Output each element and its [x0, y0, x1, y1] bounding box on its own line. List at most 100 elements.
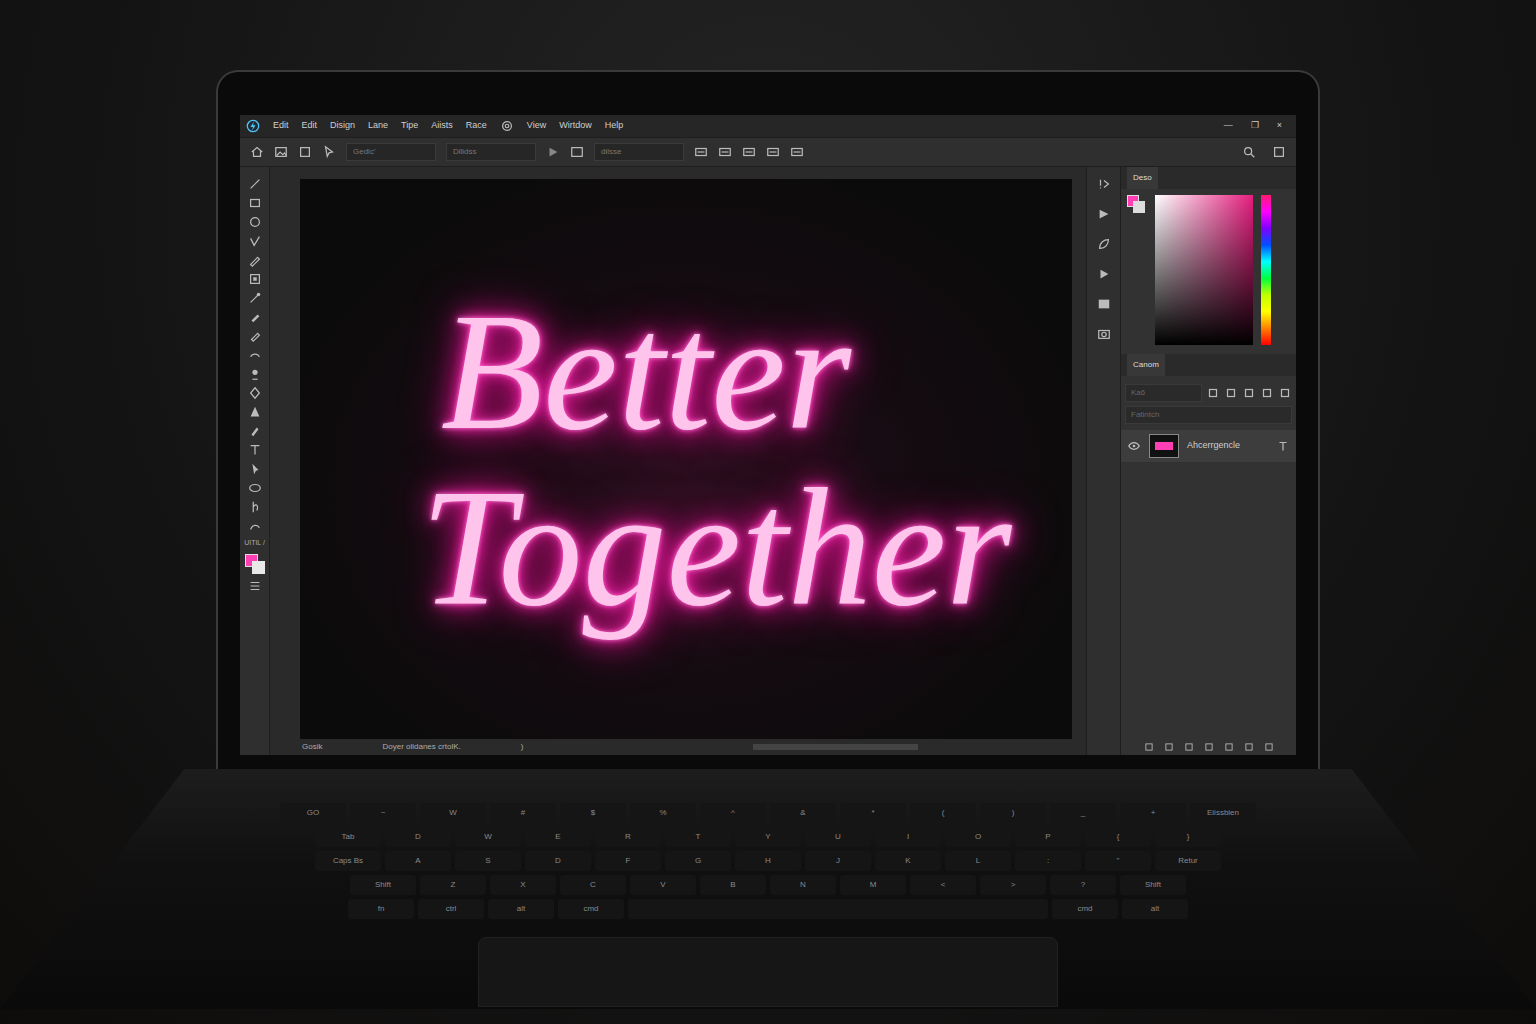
tool-icon[interactable]	[248, 424, 262, 438]
new-layer-icon[interactable]	[1244, 742, 1254, 752]
key[interactable]: >	[980, 875, 1046, 895]
key[interactable]: Eiissblen	[1190, 803, 1256, 823]
key[interactable]: ?	[1050, 875, 1116, 895]
key[interactable]: Tab	[315, 827, 381, 847]
key[interactable]: (	[910, 803, 976, 823]
key[interactable]: +	[1120, 803, 1186, 823]
fx-icon[interactable]	[1164, 742, 1174, 752]
layer-search[interactable]: Ka6	[1125, 384, 1202, 402]
badge-icon[interactable]	[1097, 297, 1111, 311]
tool-icon[interactable]	[248, 481, 262, 495]
mask-icon[interactable]	[1184, 742, 1194, 752]
key[interactable]: Caps Bs	[315, 851, 381, 871]
app-logo-icon[interactable]	[246, 119, 260, 133]
trash-icon[interactable]	[1264, 742, 1274, 752]
key[interactable]: D	[525, 851, 591, 871]
layer-name[interactable]: Ahcerrgencle	[1187, 439, 1240, 453]
color-swatches[interactable]	[1127, 195, 1147, 215]
image-icon[interactable]	[1206, 386, 1220, 400]
key[interactable]: C	[560, 875, 626, 895]
panel-title[interactable]: Deso	[1127, 167, 1158, 189]
key[interactable]: U	[805, 827, 871, 847]
group-icon[interactable]	[1224, 742, 1234, 752]
share-icon[interactable]	[1272, 145, 1286, 159]
home-icon[interactable]	[250, 145, 264, 159]
option-field[interactable]: dilsse	[594, 143, 684, 161]
key[interactable]: Retur	[1155, 851, 1221, 871]
user-icon[interactable]	[766, 145, 780, 159]
tool-icon[interactable]	[248, 329, 262, 343]
key[interactable]: I	[875, 827, 941, 847]
neon-text-line[interactable]: Together	[420, 459, 1011, 635]
key[interactable]: J	[805, 851, 871, 871]
key[interactable]: fn	[348, 899, 414, 919]
key[interactable]: O	[945, 827, 1011, 847]
option-field[interactable]: Dilidss	[446, 143, 536, 161]
menu-item[interactable]: Race	[466, 119, 487, 133]
key[interactable]: X	[490, 875, 556, 895]
key[interactable]: {	[1085, 827, 1151, 847]
key[interactable]: Shift	[350, 875, 416, 895]
tool-icon[interactable]	[248, 196, 262, 210]
tool-icon[interactable]	[248, 500, 262, 514]
key[interactable]: W	[455, 827, 521, 847]
key[interactable]: W	[420, 803, 486, 823]
key[interactable]: )	[980, 803, 1046, 823]
key[interactable]: }	[1155, 827, 1221, 847]
tool-icon[interactable]	[248, 215, 262, 229]
key[interactable]: cmd	[1052, 899, 1118, 919]
key[interactable]: &	[770, 803, 836, 823]
tool-icon[interactable]	[248, 367, 262, 381]
tool-icon[interactable]	[248, 253, 262, 267]
key[interactable]: "	[1085, 851, 1151, 871]
key[interactable]: GO	[280, 803, 346, 823]
menu-item[interactable]: Edit	[302, 119, 318, 133]
info-icon[interactable]	[1097, 177, 1111, 191]
menu-item[interactable]: Edit	[273, 119, 289, 133]
background-color[interactable]	[252, 561, 265, 574]
tool-icon[interactable]	[248, 519, 262, 533]
key[interactable]: ^	[700, 803, 766, 823]
key[interactable]: V	[630, 875, 696, 895]
link-icon[interactable]	[1144, 742, 1154, 752]
key[interactable]: Y	[735, 827, 801, 847]
leaf-icon[interactable]	[1097, 237, 1111, 251]
lock-icon[interactable]	[1278, 386, 1292, 400]
tool-icon[interactable]	[248, 272, 262, 286]
text-layer-icon[interactable]	[1276, 439, 1290, 453]
key[interactable]: D	[385, 827, 451, 847]
key[interactable]: Z	[420, 875, 486, 895]
camera-icon[interactable]	[1097, 327, 1111, 341]
key[interactable]: G	[665, 851, 731, 871]
search-icon[interactable]	[1242, 145, 1256, 159]
key[interactable]: *	[840, 803, 906, 823]
key[interactable]: alt	[488, 899, 554, 919]
menu-item[interactable]: Disign	[330, 119, 355, 133]
key[interactable]: _	[1050, 803, 1116, 823]
frame-icon[interactable]	[298, 145, 312, 159]
key[interactable]: ctrl	[418, 899, 484, 919]
key[interactable]: cmd	[558, 899, 624, 919]
artboard[interactable]: BetterTogether	[300, 179, 1072, 739]
key[interactable]: E	[525, 827, 591, 847]
key[interactable]: <	[910, 875, 976, 895]
key[interactable]: Shift	[1120, 875, 1186, 895]
key[interactable]: %	[630, 803, 696, 823]
color-swatches[interactable]	[245, 554, 265, 574]
menu-item[interactable]: View	[527, 119, 546, 133]
spiral-icon[interactable]	[500, 119, 514, 133]
touchpad[interactable]	[478, 937, 1058, 1007]
key[interactable]	[628, 899, 1048, 919]
horizontal-scrollbar[interactable]	[753, 744, 918, 750]
globe-icon[interactable]	[790, 145, 804, 159]
grid-icon[interactable]	[570, 145, 584, 159]
layer-row[interactable]: Ahcerrgencle	[1121, 430, 1296, 462]
menu-item[interactable]: Lane	[368, 119, 388, 133]
menu-item[interactable]: Wirtdow	[559, 119, 592, 133]
tool-icon[interactable]	[248, 310, 262, 324]
option-field[interactable]: Gedic'	[346, 143, 436, 161]
play-icon[interactable]	[1097, 207, 1111, 221]
key[interactable]: F	[595, 851, 661, 871]
bars-icon[interactable]	[742, 145, 756, 159]
tool-icon[interactable]	[248, 177, 262, 191]
